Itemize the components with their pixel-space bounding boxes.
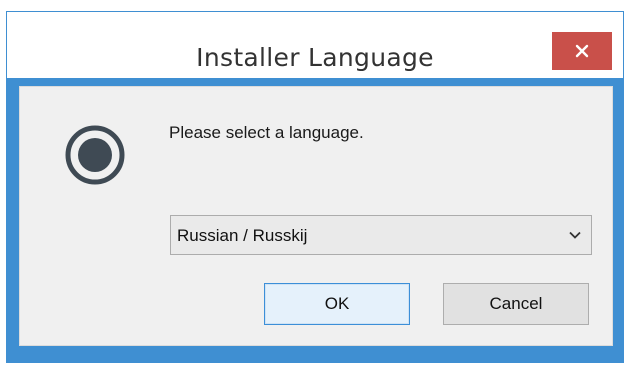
- close-button[interactable]: [552, 32, 612, 70]
- title-bar[interactable]: Installer Language: [6, 11, 624, 79]
- cancel-button[interactable]: Cancel: [443, 283, 589, 325]
- window-title: Installer Language: [196, 43, 434, 72]
- language-select-value: Russian / Russkij: [177, 226, 308, 245]
- language-prompt: Please select a language.: [169, 123, 364, 142]
- chevron-down-icon: [569, 231, 581, 239]
- ok-button[interactable]: OK: [264, 283, 410, 325]
- close-icon: [575, 44, 589, 58]
- installer-icon: [65, 125, 125, 185]
- dialog-panel: Please select a language. Russian / Russ…: [19, 86, 613, 346]
- language-select[interactable]: Russian / Russkij: [170, 215, 592, 255]
